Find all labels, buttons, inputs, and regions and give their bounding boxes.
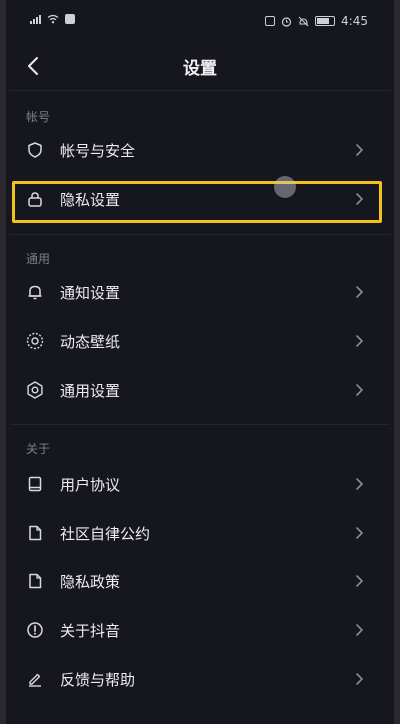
header: 设置	[0, 44, 400, 88]
chevron-right-icon	[356, 624, 364, 636]
settings-item-account-security[interactable]: 帐号与安全	[10, 126, 380, 174]
settings-item-label: 反馈与帮助	[60, 670, 136, 689]
chevron-right-icon	[356, 527, 364, 539]
document-icon	[24, 570, 46, 592]
chevron-right-icon	[356, 335, 364, 347]
page-title: 设置	[183, 59, 217, 79]
section-divider	[10, 424, 390, 425]
settings-item-about-douyin[interactable]: 关于抖音	[10, 606, 380, 654]
section-divider	[10, 234, 390, 235]
status-bar: 4:45	[0, 0, 400, 34]
battery-icon	[315, 16, 336, 26]
mute-icon	[298, 16, 309, 26]
device-bezel-left	[0, 0, 6, 724]
settings-item-general-settings[interactable]: 通用设置	[10, 366, 380, 414]
status-left	[30, 14, 75, 24]
settings-item-label: 关于抖音	[60, 621, 121, 640]
settings-item-label: 社区自律公约	[60, 524, 151, 543]
highlight-box	[12, 181, 382, 223]
section-label-about: 关于	[26, 442, 51, 456]
chevron-right-icon	[356, 673, 364, 685]
info-icon	[24, 619, 46, 641]
notification-icon	[65, 14, 75, 24]
bell-icon	[24, 281, 46, 303]
chevron-right-icon	[356, 144, 364, 156]
chevron-right-icon	[356, 575, 364, 587]
settings-item-notification-settings[interactable]: 通知设置	[10, 268, 380, 316]
wifi-icon	[47, 14, 59, 24]
edit-icon	[24, 668, 46, 690]
settings-item-label: 帐号与安全	[60, 141, 136, 160]
settings-item-user-agreement[interactable]: 用户协议	[10, 460, 380, 508]
document-icon	[24, 522, 46, 544]
shield-icon	[24, 139, 46, 161]
settings-item-live-wallpaper[interactable]: 动态壁纸	[10, 317, 380, 365]
gear-icon	[24, 379, 46, 401]
settings-item-label: 隐私政策	[60, 572, 121, 591]
status-time: 4:45	[341, 14, 368, 28]
settings-item-label: 用户协议	[60, 475, 121, 494]
touch-indicator	[274, 176, 296, 198]
settings-item-privacy-policy[interactable]: 隐私政策	[10, 557, 380, 605]
chevron-right-icon	[356, 286, 364, 298]
chevron-right-icon	[356, 478, 364, 490]
alarm-icon	[281, 16, 292, 27]
device-bezel-right	[394, 0, 400, 724]
settings-item-feedback-help[interactable]: 反馈与帮助	[10, 655, 380, 703]
nfc-icon	[265, 16, 276, 26]
book-icon	[24, 473, 46, 495]
settings-item-label: 动态壁纸	[60, 332, 121, 351]
section-label-general: 通用	[26, 252, 51, 266]
settings-item-label: 通知设置	[60, 283, 121, 302]
header-divider	[10, 90, 390, 91]
section-label-account: 帐号	[26, 110, 51, 124]
signal-icon	[30, 14, 41, 24]
settings-item-community-guidelines[interactable]: 社区自律公约	[10, 509, 380, 557]
status-right: 4:45	[265, 14, 368, 28]
wallpaper-icon	[24, 330, 46, 352]
chevron-right-icon	[356, 384, 364, 396]
settings-item-label: 通用设置	[60, 381, 121, 400]
settings-screen: 4:45 设置 帐号 帐号与安全 隐私设置 通用 通知设置 动态壁纸 通用设置 …	[0, 0, 400, 724]
